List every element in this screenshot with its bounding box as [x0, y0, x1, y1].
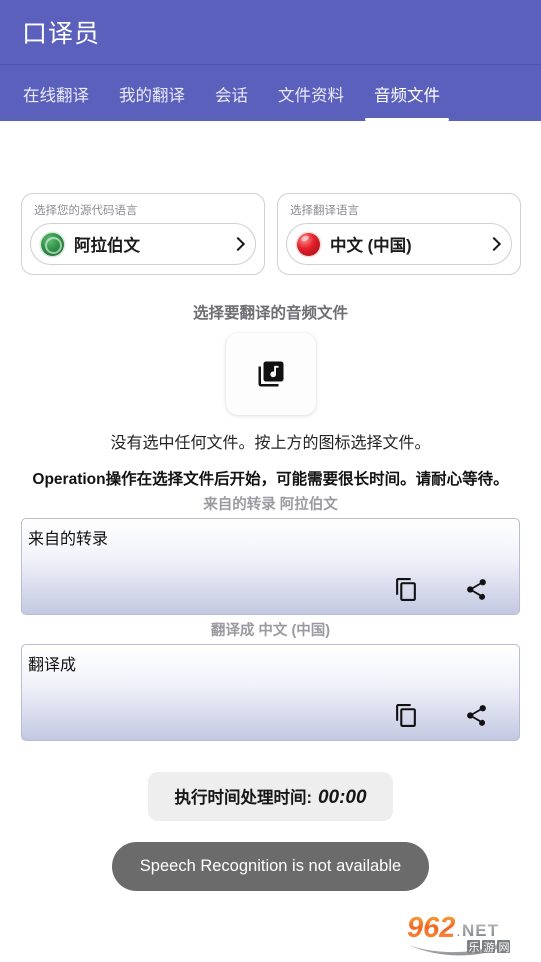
page-title: 口译员: [22, 20, 101, 48]
svg-text:网: 网: [499, 941, 510, 954]
translation-copy-button[interactable]: [385, 694, 427, 736]
target-language-label: 选择翻译语言: [290, 205, 359, 217]
transcription-value: 来自的转录: [28, 531, 109, 548]
transcription-share-button[interactable]: [455, 568, 497, 610]
copy-icon: [395, 577, 416, 601]
tab-conversation[interactable]: 会话: [200, 87, 263, 122]
share-icon: [466, 578, 486, 600]
source-language-pill[interactable]: 阿拉伯文: [30, 223, 256, 265]
source-language-value: 阿拉伯文: [74, 237, 140, 255]
picker-card-wrap: [0, 333, 541, 415]
tab-online-translate[interactable]: 在线翻译: [8, 87, 104, 122]
tab-bar: 在线翻译 我的翻译 会话 文件资料 音频文件: [0, 64, 541, 121]
share-icon: [466, 704, 486, 726]
library-music-icon: [258, 361, 283, 387]
transcription-actions: [385, 568, 497, 610]
china-flag-icon: [297, 232, 320, 256]
language-selector-row: 选择您的源代码语言 阿拉伯文 选择翻译语言 中文 (中国): [0, 121, 541, 275]
svg-text:962: 962: [407, 912, 455, 944]
tab-my-translations[interactable]: 我的翻译: [104, 87, 200, 122]
transcription-copy-button[interactable]: [385, 568, 427, 610]
app-root: 口译员 在线翻译 我的翻译 会话 文件资料 音频文件 选择您的源代码语言 阿拉伯…: [0, 0, 541, 962]
translation-label: 翻译成 中文 (中国): [210, 623, 331, 639]
speech-recognition-status-button[interactable]: Speech Recognition is not available: [111, 842, 430, 891]
target-language-value: 中文 (中国): [330, 237, 412, 255]
svg-text:.: .: [457, 928, 460, 939]
target-language-pill[interactable]: 中文 (中国): [286, 223, 512, 265]
translation-value: 翻译成: [28, 657, 77, 674]
source-language-card[interactable]: 选择您的源代码语言 阿拉伯文: [21, 193, 265, 275]
processing-time-badge: 执行时间处理时间: 00:00: [148, 772, 393, 821]
chevron-right-icon: [230, 236, 246, 252]
962net-logo-icon: 962 . NET 乐 游 网: [407, 912, 510, 956]
copy-icon: [395, 703, 416, 727]
source-language-label: 选择您的源代码语言: [34, 205, 138, 217]
no-file-text: 没有选中任何文件。按上方的图标选择文件。: [110, 435, 431, 452]
translation-actions: [385, 694, 497, 736]
transcription-label: 来自的转录 阿拉伯文: [203, 497, 338, 513]
status-wrap: Speech Recognition is not available: [0, 842, 541, 891]
audio-file-picker-button[interactable]: [225, 333, 316, 415]
picker-title: 选择要翻译的音频文件: [192, 305, 348, 322]
tab-audio-files[interactable]: 音频文件: [359, 87, 455, 122]
svg-text:NET: NET: [462, 921, 499, 940]
translation-textbox[interactable]: 翻译成: [21, 644, 520, 741]
tab-documents[interactable]: 文件资料: [263, 87, 359, 122]
timer-wrap: 执行时间处理时间: 00:00: [0, 772, 541, 821]
svg-text:游: 游: [484, 941, 495, 954]
processing-time-label: 执行时间处理时间:: [174, 789, 312, 807]
svg-text:乐: 乐: [469, 941, 480, 954]
app-bar: 口译员: [0, 0, 541, 64]
chevron-right-icon: [486, 236, 502, 252]
operation-warning-text: Operation操作在选择文件后开始，可能需要很长时间。请耐心等待。: [32, 471, 509, 488]
processing-time-value: 00:00: [317, 787, 367, 808]
arabic-flag-icon: [41, 232, 64, 256]
transcription-textbox[interactable]: 来自的转录: [21, 518, 520, 615]
translation-share-button[interactable]: [455, 694, 497, 736]
target-language-card[interactable]: 选择翻译语言 中文 (中国): [277, 193, 521, 275]
site-watermark: 962 . NET 乐 游 网: [403, 906, 537, 958]
